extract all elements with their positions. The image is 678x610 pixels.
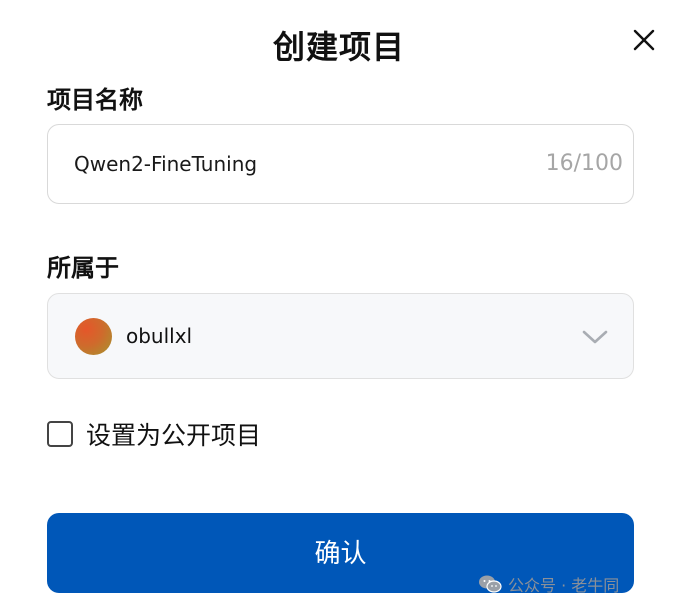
public-project-checkbox[interactable]	[47, 421, 73, 447]
public-project-option[interactable]: 设置为公开项目	[47, 416, 261, 452]
owner-label: 所属于	[47, 254, 119, 282]
watermark: 公众号 · 老牛同	[478, 571, 619, 597]
project-name-value: Qwen2-FineTuning	[74, 152, 258, 176]
close-icon	[633, 29, 655, 51]
dialog-title: 创建项目	[272, 28, 405, 66]
avatar	[75, 318, 112, 355]
project-name-input[interactable]: Qwen2-FineTuning 16/100	[47, 124, 634, 204]
public-project-label: 设置为公开项目	[86, 421, 262, 450]
wechat-icon	[479, 575, 502, 593]
create-project-dialog: 创建项目 项目名称 Qwen2-FineTuning 16/100 所属于 ob…	[0, 0, 678, 610]
close-button[interactable]	[628, 24, 660, 56]
watermark-text: 公众号 · 老牛同	[508, 576, 620, 595]
project-name-label: 项目名称	[47, 86, 143, 114]
owner-selected-value: obullxl	[126, 324, 193, 348]
character-counter: 16/100	[545, 151, 623, 176]
chevron-down-icon	[582, 330, 608, 344]
owner-select[interactable]: obullxl	[47, 293, 634, 379]
